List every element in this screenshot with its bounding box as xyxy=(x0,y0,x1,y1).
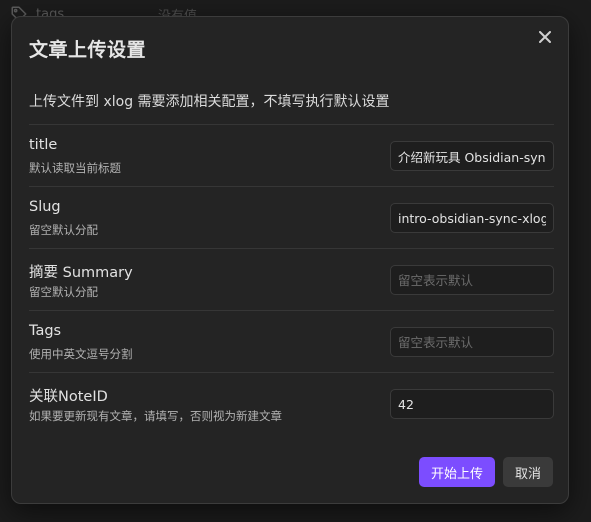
close-icon xyxy=(539,31,551,43)
setting-description: 默认读取当前标题 xyxy=(29,161,121,175)
setting-tags: Tags 使用中英文逗号分割 xyxy=(29,310,554,372)
slug-input[interactable] xyxy=(390,203,554,233)
setting-description: 如果要更新现有文章，请填写，否则视为新建文章 xyxy=(29,409,282,423)
start-upload-button[interactable]: 开始上传 xyxy=(418,457,495,487)
setting-name: 关联NoteID xyxy=(29,389,108,405)
setting-name: title xyxy=(29,137,58,153)
setting-note-id: 关联NoteID 如果要更新现有文章，请填写，否则视为新建文章 xyxy=(29,372,554,434)
title-input[interactable] xyxy=(390,141,554,171)
modal-title: 文章上传设置 xyxy=(29,39,147,61)
tags-input[interactable] xyxy=(390,327,554,357)
summary-input[interactable] xyxy=(390,265,554,295)
setting-title: title 默认读取当前标题 xyxy=(29,124,554,186)
setting-summary: 摘要 Summary 留空默认分配 xyxy=(29,248,554,310)
setting-description: 留空默认分配 xyxy=(29,223,98,237)
modal-description: 上传文件到 xlog 需要添加相关配置，不填写执行默认设置 xyxy=(29,94,390,110)
setting-name: 摘要 Summary xyxy=(29,265,133,281)
cancel-button[interactable]: 取消 xyxy=(502,457,553,487)
note-id-input[interactable] xyxy=(390,389,554,419)
settings-list: title 默认读取当前标题 Slug 留空默认分配 摘要 Summary 留空… xyxy=(29,124,554,434)
setting-slug: Slug 留空默认分配 xyxy=(29,186,554,248)
upload-settings-modal: 文章上传设置 上传文件到 xlog 需要添加相关配置，不填写执行默认设置 tit… xyxy=(11,16,569,504)
close-button[interactable] xyxy=(534,26,556,48)
setting-description: 留空默认分配 xyxy=(29,285,98,299)
setting-name: Tags xyxy=(29,323,62,339)
setting-name: Slug xyxy=(29,199,61,215)
setting-description: 使用中英文逗号分割 xyxy=(29,347,133,361)
